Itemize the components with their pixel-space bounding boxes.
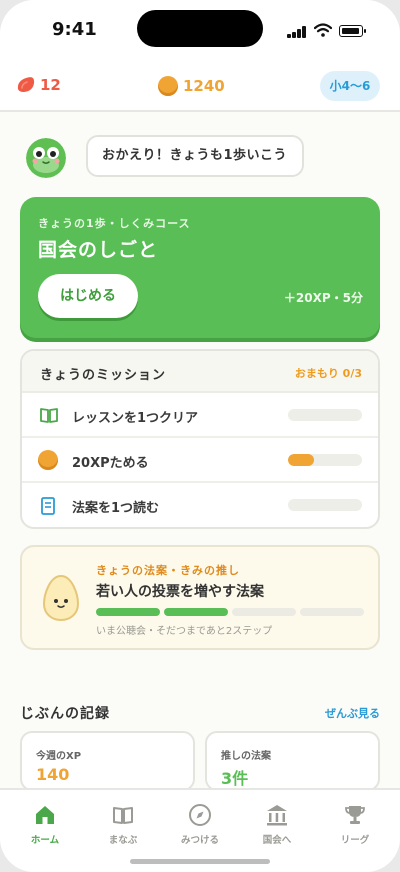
coin-icon: [158, 76, 178, 96]
dynamic-island: [137, 10, 263, 47]
tab-learn[interactable]: まなぶ: [83, 802, 163, 846]
missions-title: きょうのミッション: [40, 368, 167, 383]
compass-icon: [189, 804, 211, 826]
favorite-bill-card[interactable]: きょうの法案・きみの推し 若い人の投票を増やす法案 いま公聴会・そだつまであと2…: [20, 545, 380, 650]
record-label: 推しの法案: [221, 751, 271, 762]
coin-value: 1240: [183, 77, 225, 95]
see-all-link[interactable]: ぜんぶ見る: [325, 705, 380, 721]
lesson-kicker: きょうの1歩・しくみコース: [38, 217, 191, 230]
book-icon: [40, 408, 58, 423]
mission-progress-fill: [288, 454, 314, 466]
tab-label: みつける: [180, 835, 219, 846]
coin-counter[interactable]: 1240: [158, 76, 225, 96]
greeting-bubble: おかえり！きょうも1歩いこう: [86, 135, 304, 177]
bill-step-segment: [300, 608, 364, 616]
lesson-reward: ＋20XP・5分: [283, 291, 363, 305]
daily-missions-card: きょうのミッション おまもり 0/3 レッスンを1つクリア 20XPためる 法案…: [20, 349, 380, 529]
tab-parliament[interactable]: 国会へ: [237, 802, 317, 846]
flame-icon: [17, 77, 35, 92]
tab-discover[interactable]: みつける: [160, 802, 240, 846]
status-time: 9:41: [52, 19, 97, 40]
bill-title: 若い人の投票を増やす法案: [96, 584, 264, 600]
favorite-bills-card[interactable]: 推しの法案 3件: [205, 731, 380, 791]
status-bar: 9:41: [0, 0, 400, 58]
signal-icon: [287, 25, 307, 38]
frog-mascot-avatar: [26, 138, 66, 178]
bill-kicker: きょうの法案・きみの推し: [96, 564, 240, 577]
bill-step-segment: [232, 608, 296, 616]
bill-progress-steps: [96, 608, 364, 616]
amulet-count: おまもり 0/3: [294, 367, 362, 380]
parliament-icon: [267, 805, 287, 826]
bill-step-segment: [96, 608, 160, 616]
coin-icon: [38, 450, 58, 470]
tab-label: 国会へ: [262, 835, 292, 846]
tab-label: リーグ: [340, 835, 370, 846]
record-value: 3件: [221, 769, 249, 788]
document-icon: [41, 497, 55, 515]
mission-row[interactable]: 法案を1つ読む: [22, 483, 378, 527]
mission-row[interactable]: レッスンを1つクリア: [22, 393, 378, 438]
lesson-title: 国会のしごと: [38, 239, 159, 261]
missions-header: きょうのミッション おまもり 0/3: [22, 351, 378, 393]
tab-home[interactable]: ホーム: [5, 802, 85, 846]
today-lesson-card[interactable]: きょうの1歩・しくみコース 国会のしごと はじめる ＋20XP・5分: [20, 197, 380, 338]
bill-status-note: いま公聴会・そだつまであと2ステップ: [96, 626, 273, 637]
mission-progress-bar: [288, 499, 362, 511]
battery-icon: [339, 25, 366, 37]
streak-counter[interactable]: 12: [16, 76, 61, 94]
home-indicator: [130, 859, 270, 864]
phone-screen: 9:41 12 1240 小4〜6 おかえり！きょうも1歩いこう きょうの1歩・…: [0, 0, 400, 872]
mission-label: 法案を1つ読む: [72, 501, 160, 516]
start-lesson-button[interactable]: はじめる: [38, 274, 138, 318]
record-value: 140: [36, 765, 70, 784]
weekly-xp-card[interactable]: 今週のXP 140: [20, 731, 195, 791]
tab-league[interactable]: リーグ: [315, 802, 395, 846]
book-icon: [113, 807, 133, 824]
records-title: じぶんの記録: [20, 706, 110, 722]
top-bar: 12 1240 小4〜6: [0, 58, 400, 112]
trophy-icon: [345, 806, 365, 824]
streak-value: 12: [40, 76, 61, 94]
tab-label: ホーム: [30, 835, 60, 846]
mission-row[interactable]: 20XPためる: [22, 438, 378, 483]
tab-label: まなぶ: [108, 835, 138, 846]
mission-label: レッスンを1つクリア: [72, 411, 199, 426]
home-icon: [36, 806, 54, 824]
mission-progress-bar: [288, 454, 362, 466]
bill-step-segment: [164, 608, 228, 616]
wifi-icon: [314, 23, 332, 37]
egg-character-icon: [42, 574, 80, 622]
mission-label: 20XPためる: [72, 456, 149, 471]
mission-progress-bar: [288, 409, 362, 421]
grade-badge[interactable]: 小4〜6: [320, 71, 380, 101]
record-label: 今週のXP: [36, 751, 82, 762]
